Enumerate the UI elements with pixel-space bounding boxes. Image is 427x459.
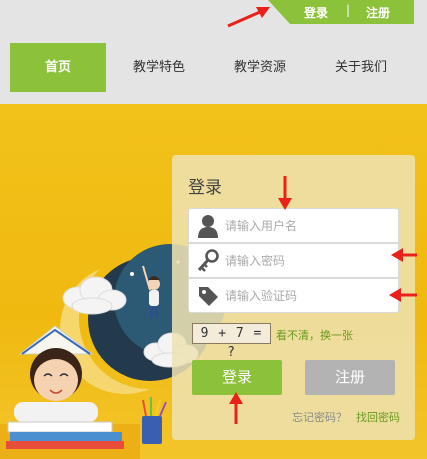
- password-input[interactable]: [225, 250, 393, 272]
- user-icon: [198, 215, 218, 238]
- username-field[interactable]: [188, 208, 399, 243]
- nav-about-us[interactable]: 关于我们: [313, 43, 409, 92]
- annotation-arrow-login-button: [229, 392, 243, 424]
- auth-tab: 登录 | 注册: [268, 0, 414, 24]
- nav-teaching-resources[interactable]: 教学资源: [212, 43, 308, 92]
- register-button[interactable]: 注册: [305, 360, 395, 395]
- captcha-refresh-link[interactable]: 看不清，换一张: [276, 327, 353, 343]
- annotation-arrow-username: [278, 176, 292, 210]
- login-title: 登录: [188, 178, 222, 198]
- annotation-arrow-password: [391, 248, 417, 262]
- top-bar: 登录 | 注册: [0, 0, 427, 25]
- annotation-arrow-captcha: [389, 288, 417, 302]
- header-separator: |: [346, 3, 351, 17]
- login-panel: 登录 9 + 7 = ? 看不清，换一张 登录 注册 忘记密码？ 找回密码: [172, 155, 415, 440]
- captcha-image[interactable]: 9 + 7 = ?: [192, 323, 271, 360]
- username-input[interactable]: [225, 215, 393, 237]
- header-register-link[interactable]: 注册: [366, 4, 390, 21]
- forgot-password-text: 忘记密码？: [292, 411, 347, 424]
- find-password-link[interactable]: 找回密码: [356, 409, 400, 425]
- key-icon: [197, 249, 219, 272]
- captcha-field[interactable]: [188, 278, 399, 313]
- header-login-link[interactable]: 登录: [304, 4, 328, 21]
- captcha-input[interactable]: [225, 285, 393, 307]
- nav-home[interactable]: 首页: [10, 43, 106, 92]
- annotation-arrow-header: [227, 7, 270, 28]
- nav-teaching-features[interactable]: 教学特色: [111, 43, 207, 92]
- main-nav: 首页 教学特色 教学资源 关于我们: [0, 25, 427, 101]
- login-button[interactable]: 登录: [192, 360, 282, 395]
- tag-icon: [199, 287, 218, 306]
- password-field[interactable]: [188, 243, 399, 278]
- auth-tab-background: [268, 0, 414, 24]
